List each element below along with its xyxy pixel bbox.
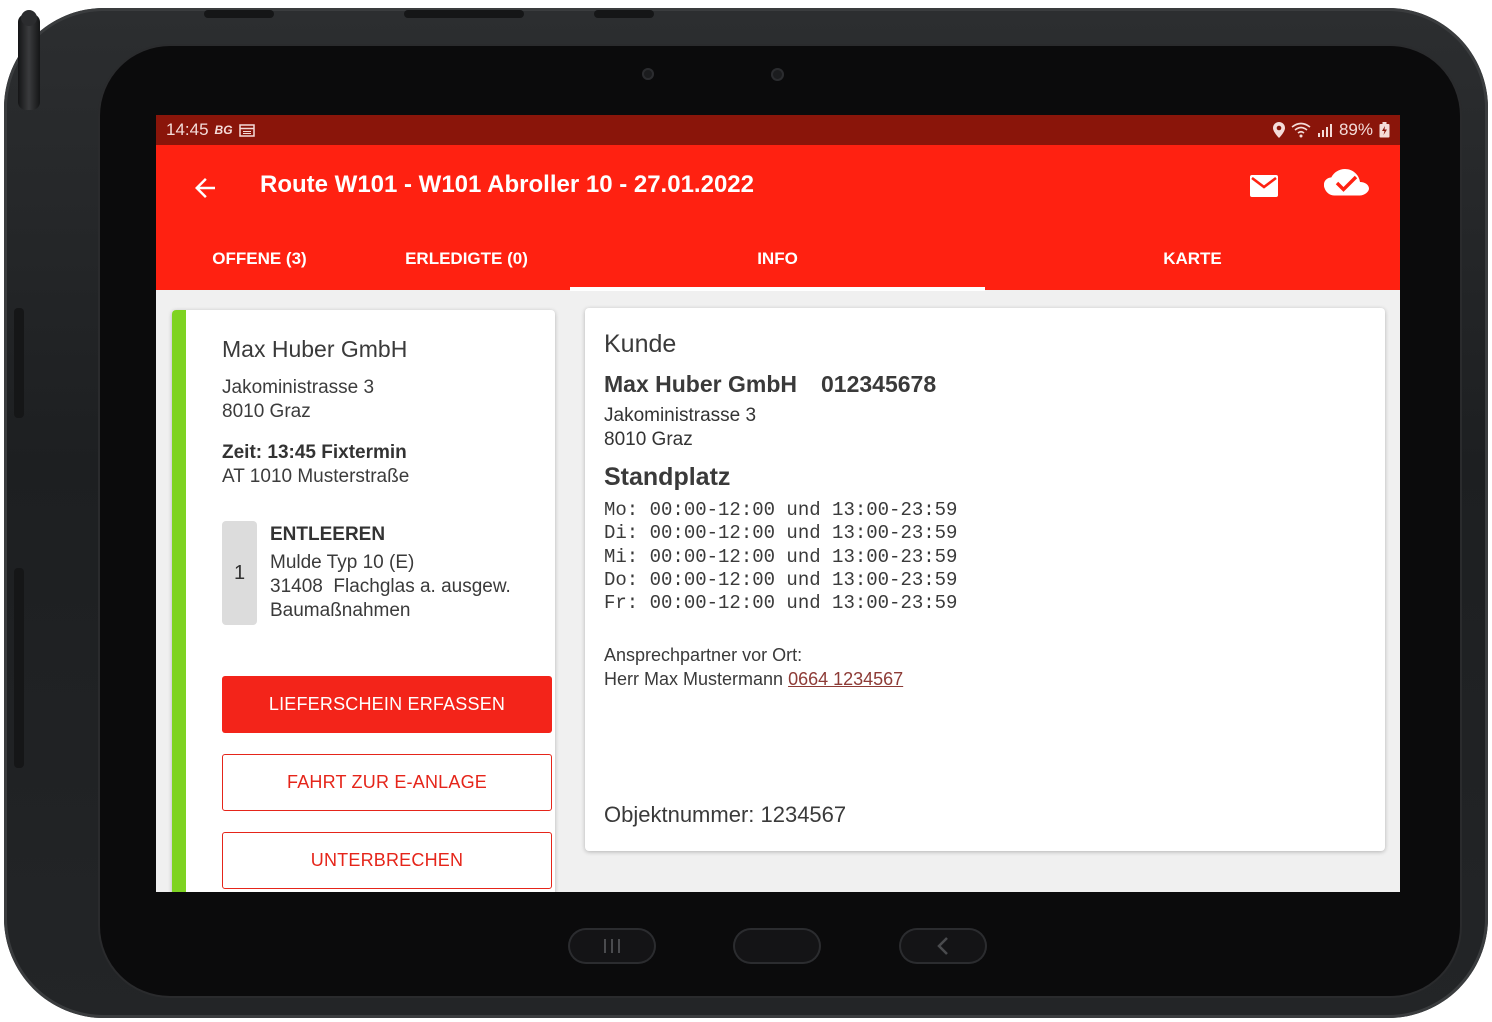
info-customer-name: Max Huber GmbH (604, 371, 797, 397)
home-button[interactable] (733, 928, 821, 964)
customer-city: 8010 Graz (222, 401, 311, 422)
app-bar: Route W101 - W101 Abroller 10 - 27.01.20… (156, 145, 1400, 291)
kunde-heading: Kunde (604, 330, 677, 358)
fahrt-zur-e-anlage-button[interactable]: FAHRT ZUR E-ANLAGE (222, 754, 552, 811)
hours-row: Fr: 00:00-12:00 und 13:00-23:59 (604, 592, 958, 615)
stop-location: AT 1010 Musterstraße (222, 466, 410, 487)
status-bar: 14:45 BG 89% (156, 115, 1400, 145)
hardware-button (204, 10, 274, 18)
status-badge: BG (214, 123, 233, 137)
chevron-left-icon (937, 937, 948, 955)
hours-row: Mi: 00:00-12:00 und 13:00-23:59 (604, 545, 958, 568)
tab-karte[interactable]: KARTE (985, 245, 1400, 290)
back-nav-button[interactable] (899, 928, 987, 964)
page-title: Route W101 - W101 Abroller 10 - 27.01.20… (260, 171, 754, 198)
stop-card[interactable]: Max Huber GmbH Jakoministrasse 3 8010 Gr… (172, 310, 555, 892)
wifi-icon (1291, 122, 1311, 138)
info-street: Jakoministrasse 3 (604, 405, 757, 426)
info-city: 8010 Graz (604, 429, 693, 450)
info-card: Kunde Max Huber GmbH 012345678 Jakominis… (585, 308, 1385, 851)
hardware-button (404, 10, 524, 18)
sensor (642, 68, 654, 80)
tab-offene[interactable]: OFFENE (3) (156, 245, 363, 290)
contact-label: Ansprechpartner vor Ort: (604, 645, 803, 665)
battery-icon (1379, 122, 1390, 138)
status-time: 14:45 (166, 120, 209, 139)
hours-row: Mo: 00:00-12:00 und 13:00-23:59 (604, 499, 958, 521)
hardware-button (14, 308, 24, 418)
tab-info[interactable]: INFO (570, 245, 985, 290)
appointment-time: Zeit: 13:45 Fixtermin (222, 442, 407, 463)
stylus-antenna (18, 10, 40, 110)
object-number: Objektnummer: 1234567 (604, 802, 847, 827)
back-arrow-icon[interactable] (190, 173, 220, 203)
task-number: 1 (222, 521, 257, 625)
customer-number: 012345678 (821, 371, 937, 397)
contact-name: Herr Max Mustermann (604, 669, 784, 689)
contact-phone-link[interactable]: 0664 1234567 (788, 669, 903, 689)
status-indicator-bar (172, 310, 186, 892)
opening-hours: Mo: 00:00-12:00 und 13:00-23:59 Di: 00:0… (604, 499, 957, 615)
front-camera (771, 68, 784, 81)
task-material: 31408 Flachglas a. ausgew. (270, 576, 511, 597)
hours-row: Do: 00:00-12:00 und 13:00-23:59 (604, 568, 958, 591)
location-icon (1272, 122, 1285, 138)
task-material-cont: Baumaßnahmen (270, 600, 411, 621)
task-description: Mulde Typ 10 (E) 31408 Flachglas a. ausg… (270, 551, 540, 623)
contact-block: Ansprechpartner vor Ort: Herr Max Muster… (604, 643, 903, 691)
app-screen: 14:45 BG 89% Route W101 - W101 Abroller … (156, 115, 1400, 892)
customer-name: Max Huber GmbH (222, 336, 408, 362)
standplatz-heading: Standplatz (604, 463, 731, 491)
tab-indicator (570, 287, 985, 291)
mail-icon[interactable] (1249, 174, 1279, 198)
hardware-button (14, 568, 24, 768)
tab-erledigte[interactable]: ERLEDIGTE (0) (363, 245, 570, 290)
unterbrechen-button[interactable]: UNTERBRECHEN (222, 832, 552, 889)
calendar-icon (238, 123, 255, 137)
task-container-type: Mulde Typ 10 (E) (270, 552, 415, 573)
hardware-button (594, 10, 654, 18)
hours-row: Di: 00:00-12:00 und 13:00-23:59 (604, 522, 958, 545)
task-title: ENTLEEREN (270, 524, 386, 545)
signal-icon (1317, 124, 1332, 137)
recent-apps-icon (604, 939, 620, 953)
recent-apps-button[interactable] (568, 928, 656, 964)
customer-street: Jakoministrasse 3 (222, 377, 375, 398)
lieferschein-erfassen-button[interactable]: LIEFERSCHEIN ERFASSEN (222, 676, 552, 733)
battery-percent: 89% (1338, 120, 1373, 139)
cloud-check-icon[interactable] (1324, 169, 1370, 203)
